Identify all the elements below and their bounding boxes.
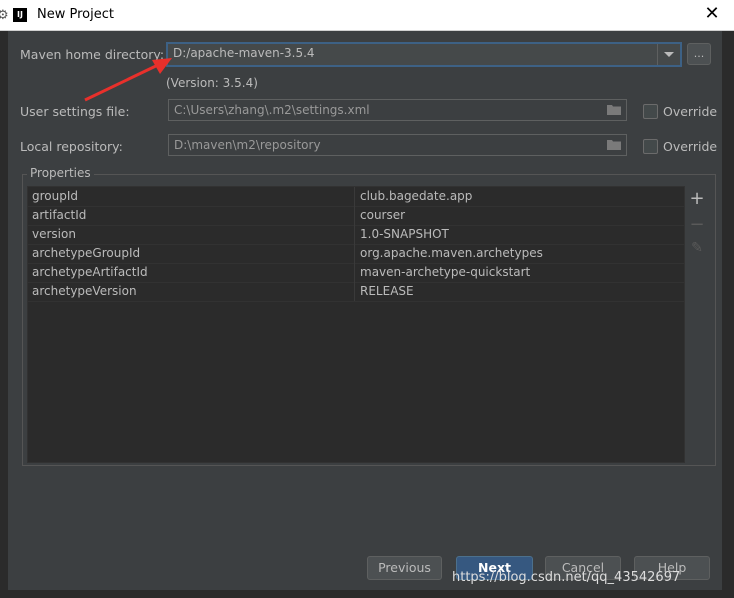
property-key: archetypeArtifactId [32, 265, 148, 279]
property-value[interactable]: courser [360, 208, 405, 222]
user-settings-override-checkbox[interactable] [643, 104, 658, 119]
column-divider [354, 225, 355, 244]
user-settings-label: User settings file: [20, 104, 130, 119]
folder-icon[interactable] [607, 104, 621, 115]
local-repo-override-checkbox[interactable] [643, 139, 658, 154]
user-settings-override-label: Override [663, 104, 718, 119]
table-row[interactable]: version 1.0-SNAPSHOT [28, 225, 684, 245]
dialog-title: New Project [37, 7, 114, 22]
column-divider [354, 187, 355, 206]
gear-icon: ⚙ [0, 8, 9, 23]
properties-table[interactable]: groupId club.bagedate.app artifactId cou… [27, 186, 685, 463]
local-repo-value: D:\maven\m2\repository [174, 138, 321, 152]
property-key: version [32, 227, 76, 241]
user-settings-value: C:\Users\zhang\.m2\settings.xml [174, 103, 370, 117]
watermark-text: https://blog.csdn.net/qq_43542697 [452, 570, 681, 585]
property-key: archetypeVersion [32, 284, 137, 298]
column-divider [354, 263, 355, 282]
background-editor [0, 30, 8, 598]
properties-toolbar: + − ✎ [684, 186, 710, 461]
column-divider [354, 244, 355, 263]
local-repo-field[interactable]: D:\maven\m2\repository [168, 134, 627, 156]
browse-button[interactable]: ... [687, 43, 711, 65]
annotation-arrow [84, 58, 172, 102]
chevron-down-icon[interactable] [657, 44, 680, 65]
property-value[interactable]: club.bagedate.app [360, 189, 472, 203]
table-row[interactable]: archetypeArtifactId maven-archetype-quic… [28, 263, 684, 283]
add-icon[interactable]: + [684, 188, 710, 209]
property-value[interactable]: 1.0-SNAPSHOT [360, 227, 449, 241]
local-repo-label: Local repository: [20, 139, 123, 154]
property-key: archetypeGroupId [32, 246, 141, 260]
remove-icon[interactable]: − [684, 214, 710, 235]
table-row[interactable]: groupId club.bagedate.app [28, 187, 684, 207]
edit-icon[interactable]: ✎ [684, 240, 710, 256]
property-value[interactable]: maven-archetype-quickstart [360, 265, 530, 279]
background-editor-bottom [0, 590, 734, 598]
maven-home-value: D:/apache-maven-3.5.4 [173, 46, 315, 60]
background-editor-right [722, 30, 734, 598]
folder-icon[interactable] [607, 139, 621, 150]
property-key: artifactId [32, 208, 87, 222]
column-divider [354, 282, 355, 301]
table-row[interactable]: archetypeGroupId org.apache.maven.archet… [28, 244, 684, 264]
intellij-icon: IJ [13, 8, 27, 22]
close-icon[interactable]: ✕ [703, 3, 721, 25]
user-settings-field[interactable]: C:\Users\zhang\.m2\settings.xml [168, 99, 627, 121]
column-divider [354, 206, 355, 225]
table-row[interactable]: artifactId courser [28, 206, 684, 226]
maven-home-combobox[interactable]: D:/apache-maven-3.5.4 [166, 42, 682, 67]
property-value[interactable]: org.apache.maven.archetypes [360, 246, 543, 260]
properties-title: Properties [27, 166, 94, 180]
table-row[interactable]: archetypeVersion RELEASE [28, 282, 684, 302]
previous-button[interactable]: Previous [367, 556, 442, 580]
property-value[interactable]: RELEASE [360, 284, 414, 298]
property-key: groupId [32, 189, 79, 203]
local-repo-override-label: Override [663, 139, 718, 154]
dialog-title-bar: ⚙ IJ New Project ✕ [0, 0, 734, 31]
